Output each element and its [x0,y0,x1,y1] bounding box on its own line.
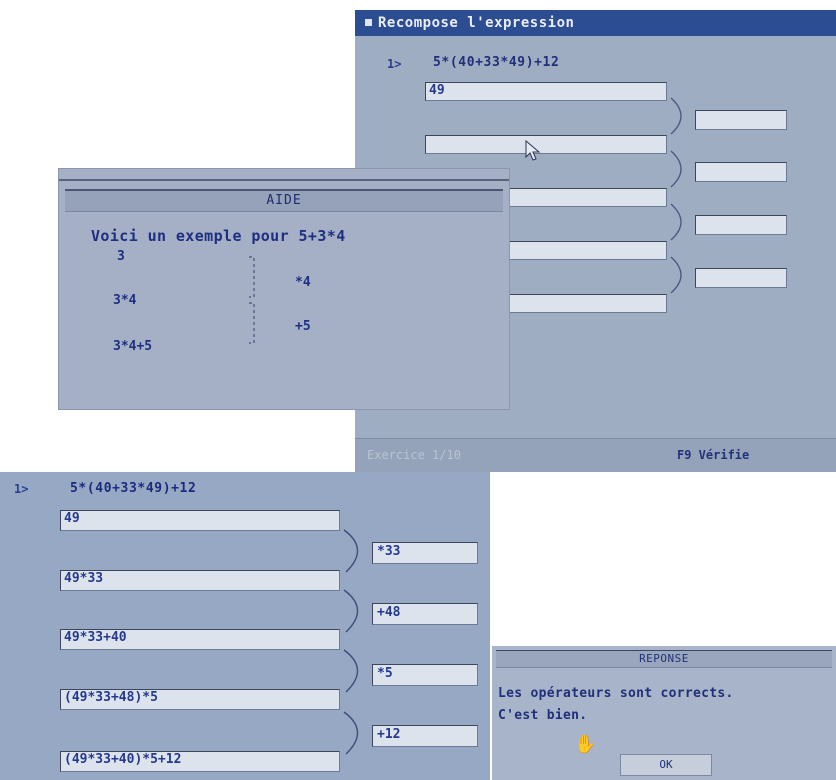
reponse-line-2: C'est bien. [498,708,588,723]
aide-step-1: 3 [117,249,125,264]
aide-step-2: 3*4 [113,293,137,308]
aide-operator-2: +5 [295,319,311,334]
mouse-cursor-icon [525,140,541,161]
aide-operator-1: *4 [295,275,311,290]
aide-dialog: AIDE Voici un exemple pour 5+3*4 3 3*4 3… [58,168,510,410]
completed-exercise-panel: 1> 5*(40+33*49)+12 49 49*33 49*33+40 (49… [0,472,490,780]
reponse-title: REPONSE [496,650,832,668]
ok-button[interactable]: OK [620,754,712,776]
aide-top-line [59,179,509,181]
status-bar: Exercice 1/10 F9 Vérifie [355,438,836,472]
exercise-counter: Exercice 1/10 [367,448,461,462]
aide-intro: Voici un exemple pour 5+3*4 [91,227,346,245]
reponse-line-1: Les opérateurs sont corrects. [498,686,734,701]
reponse-dialog: REPONSE Les opérateurs sont corrects. C'… [492,646,836,780]
aide-step-3: 3*4+5 [113,339,153,354]
aide-brackets [249,256,255,344]
hand-cursor-icon: ✋ [574,734,597,755]
verify-shortcut[interactable]: F9 Vérifie [677,448,749,462]
aide-title: AIDE [65,189,503,212]
completed-step-brackets [343,529,359,755]
